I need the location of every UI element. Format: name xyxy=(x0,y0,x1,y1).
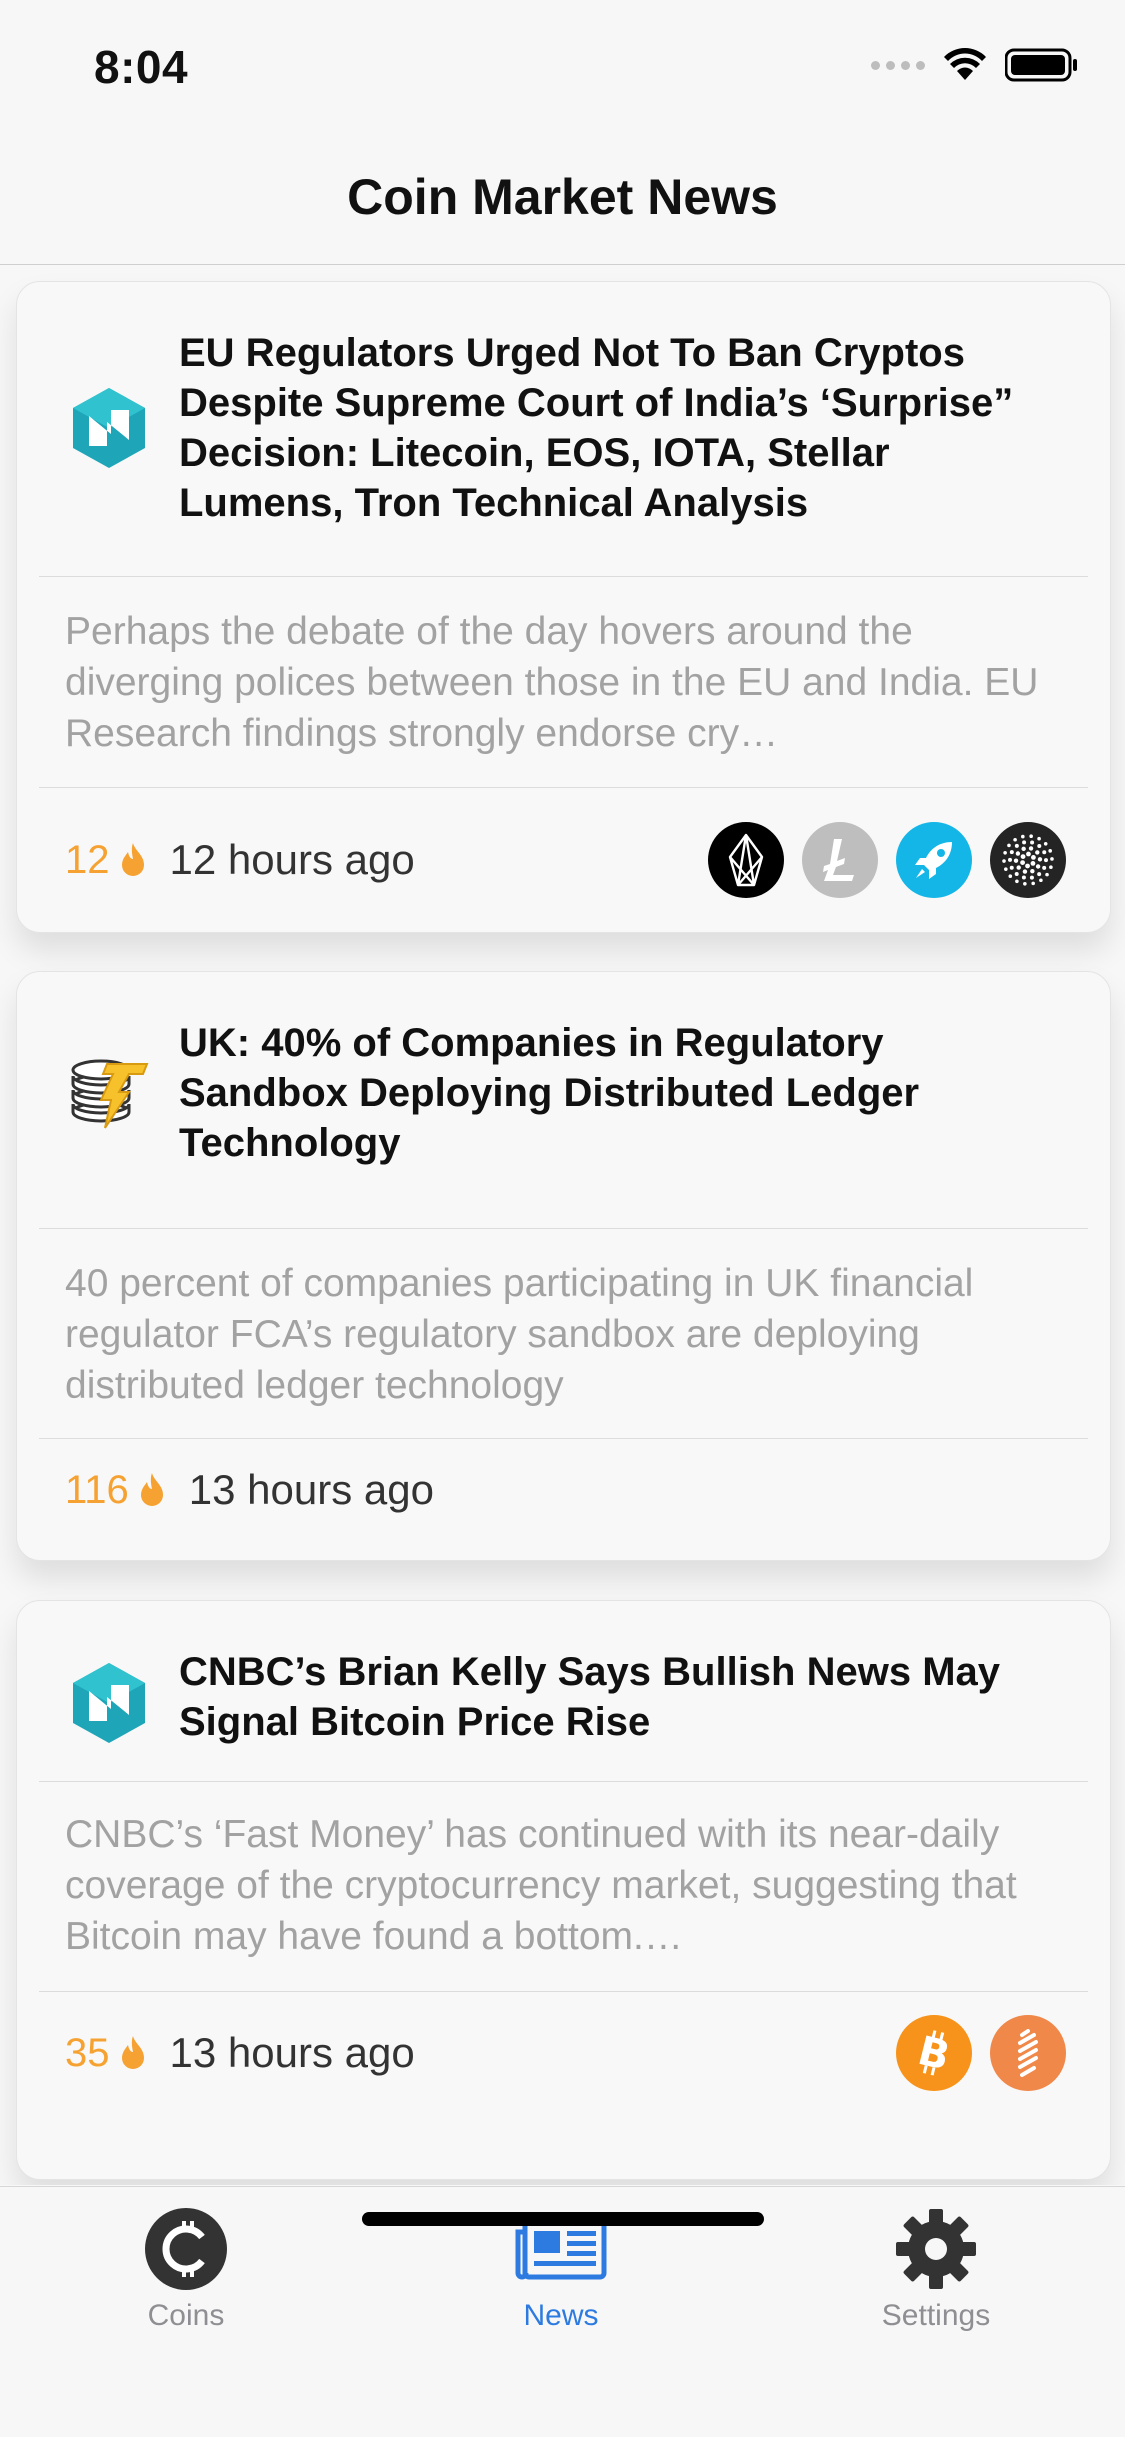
divider xyxy=(39,576,1088,577)
home-indicator xyxy=(362,2212,764,2226)
divider xyxy=(39,1781,1088,1782)
publish-time: 12 hours ago xyxy=(169,836,415,883)
article-title[interactable]: EU Regulators Urged Not To Ban Cryptos D… xyxy=(179,328,1060,528)
newspaper-icon xyxy=(515,2218,607,2280)
tab-label: Settings xyxy=(881,2299,991,2332)
status-bar: 8:04 xyxy=(0,0,1125,132)
bitcoin-icon[interactable]: B xyxy=(896,2015,972,2091)
divider xyxy=(39,1438,1088,1439)
eos-icon[interactable] xyxy=(708,822,784,898)
stellar-rocket-icon[interactable] xyxy=(896,822,972,898)
tab-label: Coins xyxy=(147,2299,225,2332)
litecoin-icon[interactable] xyxy=(802,822,878,898)
news-card[interactable]: UK: 40% of Companies in Regulatory Sandb… xyxy=(16,971,1111,1561)
flame-icon xyxy=(140,1473,163,1506)
news-card[interactable]: EU Regulators Urged Not To Ban Cryptos D… xyxy=(16,281,1111,933)
tab-coins[interactable]: Coins xyxy=(76,2207,296,2333)
tab-label: News xyxy=(523,2299,599,2332)
wifi-icon xyxy=(944,48,986,80)
navigation-bar: Coin Market News xyxy=(0,132,1125,265)
gear-icon xyxy=(896,2209,976,2289)
article-meta: 35 13 hours ago B xyxy=(65,2013,1066,2093)
coin-stack-logo xyxy=(71,1059,149,1129)
news-feed[interactable]: EU Regulators Urged Not To Ban Cryptos D… xyxy=(0,265,1125,2185)
divider xyxy=(39,787,1088,788)
article-title[interactable]: CNBC’s Brian Kelly Says Bullish News May… xyxy=(179,1647,1060,1747)
article-description: 40 percent of companies participating in… xyxy=(65,1262,974,1407)
tab-bar: Coins News Settings xyxy=(0,2186,1125,2437)
hot-score: 35 xyxy=(65,2030,110,2075)
newsbtc-logo xyxy=(73,388,145,468)
related-coins xyxy=(708,822,1066,898)
newsbtc-logo xyxy=(73,1663,145,1743)
article-description: Perhaps the debate of the day hovers aro… xyxy=(65,610,1039,755)
publish-time: 13 hours ago xyxy=(169,2029,415,2076)
article-title[interactable]: UK: 40% of Companies in Regulatory Sandb… xyxy=(179,1018,1060,1168)
status-icons xyxy=(871,48,1079,82)
flame-icon xyxy=(121,2036,144,2069)
related-coins: B xyxy=(896,2015,1066,2091)
battery-icon xyxy=(1005,48,1077,82)
tab-settings[interactable]: Settings xyxy=(826,2207,1046,2333)
article-description: CNBC’s ‘Fast Money’ has continued with i… xyxy=(65,1813,1017,1958)
cellular-signal-icon xyxy=(871,60,925,70)
iota-icon[interactable] xyxy=(990,822,1066,898)
page-title: Coin Market News xyxy=(347,169,778,225)
hot-score: 12 xyxy=(65,837,110,882)
divider xyxy=(39,1228,1088,1229)
coin-icon xyxy=(145,2208,227,2290)
publish-time: 13 hours ago xyxy=(188,1466,434,1513)
coin-stripes-icon[interactable] xyxy=(990,2015,1066,2091)
status-time: 8:04 xyxy=(94,41,189,93)
flame-icon xyxy=(121,843,144,876)
divider xyxy=(39,1991,1088,1992)
news-card[interactable]: CNBC’s Brian Kelly Says Bullish News May… xyxy=(16,1600,1111,2180)
article-meta: 12 12 hours ago xyxy=(65,820,1066,900)
hot-score: 116 xyxy=(65,1467,129,1512)
article-meta: 116 13 hours ago xyxy=(65,1450,1066,1530)
